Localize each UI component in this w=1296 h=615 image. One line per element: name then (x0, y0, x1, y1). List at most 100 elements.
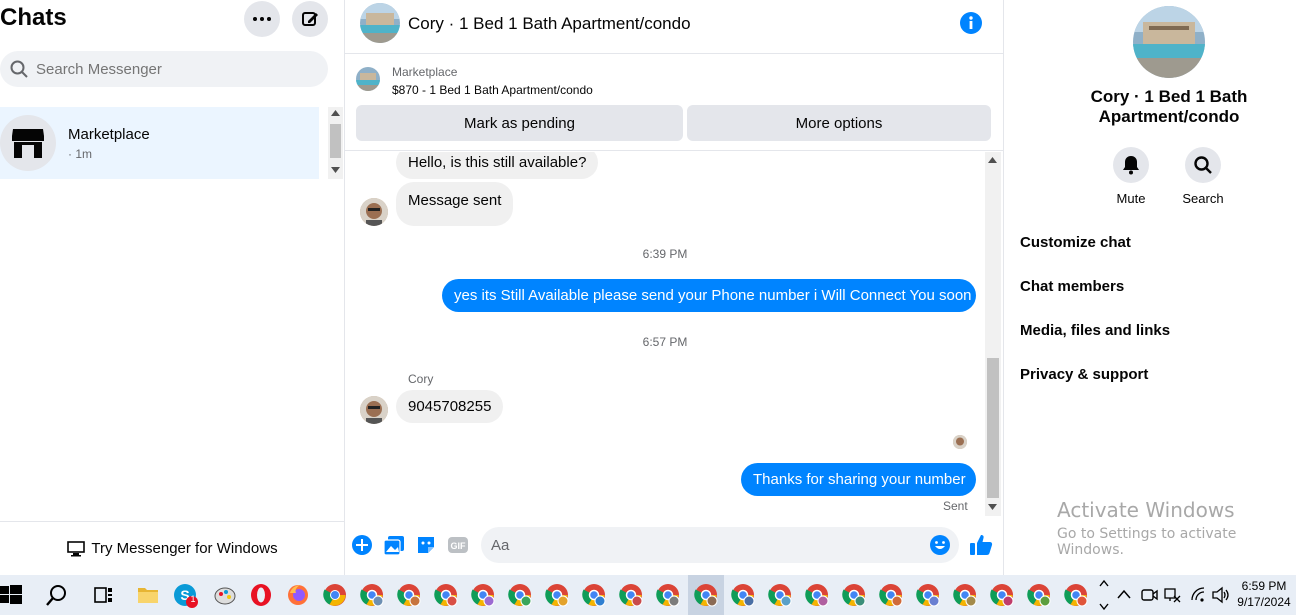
thumbs-up-icon[interactable] (969, 533, 993, 557)
clock-time: 6:59 PM (1241, 579, 1287, 593)
chrome-profile-icon[interactable] (953, 583, 977, 607)
marketplace-listing-bar: Marketplace $870 - 1 Bed 1 Bath Apartmen… (345, 55, 1003, 151)
chrome-profile-icon[interactable] (694, 583, 718, 607)
plus-circle-icon[interactable] (351, 534, 373, 556)
search-label: Search (1182, 191, 1224, 206)
photo-icon[interactable] (383, 534, 405, 556)
chrome-profile-icon[interactable] (731, 583, 755, 607)
search-chat-button[interactable]: Search (1173, 147, 1233, 206)
seen-avatar (953, 435, 967, 449)
wifi-icon[interactable] (1190, 586, 1208, 604)
mute-label: Mute (1116, 191, 1146, 206)
message-input[interactable]: Aa (481, 527, 959, 563)
marketplace-avatar (0, 115, 56, 171)
privacy-support-item[interactable]: Privacy & support (1020, 366, 1148, 383)
search-messenger[interactable] (0, 51, 328, 87)
search-input[interactable] (36, 60, 316, 78)
sticker-icon[interactable] (415, 534, 437, 556)
task-view-icon[interactable] (92, 583, 116, 607)
more-options-listing-button[interactable]: More options (687, 105, 991, 141)
chrome-profile-icon[interactable] (916, 583, 940, 607)
cory-avatar[interactable] (360, 198, 388, 226)
chrome-profile-icon[interactable] (508, 583, 532, 607)
mark-as-pending-button[interactable]: Mark as pending (356, 105, 683, 141)
chrome-icon[interactable] (323, 583, 347, 607)
chat-members-item[interactable]: Chat members (1020, 278, 1124, 295)
chrome-profile-icon[interactable] (656, 583, 680, 607)
skype-taskbar-button[interactable]: S 1 (173, 583, 199, 614)
timestamp: 6:39 PM (642, 247, 688, 261)
taskbar-scroll-icon[interactable] (1099, 578, 1109, 612)
chat-list-scrollbar[interactable] (328, 107, 343, 179)
info-title: Cory · 1 Bed 1 Bath Apartment/condo (1090, 87, 1248, 126)
chat-title[interactable]: Cory · 1 Bed 1 Bath Apartment/condo (408, 14, 691, 34)
message-incoming: 9045708255 (396, 390, 504, 423)
chrome-profile-icon[interactable] (434, 583, 458, 607)
composer-placeholder: Aa (491, 536, 510, 554)
conversation-time: · 1m (68, 147, 92, 161)
chrome-profile-icon[interactable] (1064, 583, 1088, 607)
listing-avatar-large (1133, 6, 1205, 78)
taskbar-clock[interactable]: 6:59 PM 9/17/2024 (1236, 578, 1292, 610)
chrome-profile-icon[interactable] (360, 583, 384, 607)
chrome-profile-icon[interactable] (582, 583, 606, 607)
listing-price-title[interactable]: $870 - 1 Bed 1 Bath Apartment/condo (392, 83, 593, 97)
emoji-icon[interactable] (929, 534, 951, 556)
cory-avatar[interactable] (360, 396, 388, 424)
listing-avatar[interactable] (360, 3, 400, 43)
conversation-item[interactable]: Marketplace · 1m (0, 107, 319, 179)
chrome-profile-icon[interactable] (842, 583, 866, 607)
chrome-profile-icon[interactable] (397, 583, 421, 607)
chat-header: Cory · 1 Bed 1 Bath Apartment/condo (345, 0, 1003, 54)
gif-icon[interactable]: GIF (447, 534, 469, 556)
chats-title: Chats (0, 4, 67, 31)
info-icon[interactable] (960, 12, 982, 34)
chrome-profile-icon[interactable] (471, 583, 495, 607)
sender-name: Cory (408, 372, 434, 386)
message-outgoing: Thanks for sharing your number (741, 463, 976, 496)
chrome-profile-icon[interactable] (805, 583, 829, 607)
ellipsis-icon (253, 17, 271, 21)
chat-list-panel: Chats Marketplace · 1m Try Messenger for… (0, 0, 345, 575)
chrome-profile-icon[interactable] (990, 583, 1014, 607)
new-message-button[interactable] (292, 1, 328, 37)
message-status: Sent (943, 499, 968, 513)
network-status-icon[interactable] (1163, 586, 1181, 604)
chrome-profile-icon[interactable] (619, 583, 643, 607)
chrome-profile-icon[interactable] (545, 583, 569, 607)
compose-icon (302, 12, 318, 26)
message-incoming: Message sent (396, 182, 514, 226)
chrome-profile-icon[interactable] (1027, 583, 1051, 607)
clock-date: 9/17/2024 (1237, 595, 1291, 609)
windows-start-icon[interactable] (0, 583, 24, 607)
activate-windows-watermark: Activate Windows Go to Settings to activ… (1057, 498, 1296, 558)
try-messenger-link[interactable]: Try Messenger for Windows (0, 521, 345, 575)
scroll-up-arrow-icon (331, 110, 340, 116)
scroll-down-arrow-icon (988, 504, 997, 510)
chevron-up-icon[interactable] (1117, 589, 1131, 599)
search-icon[interactable] (45, 583, 69, 607)
listing-thumbnail[interactable] (356, 67, 380, 91)
media-files-links-item[interactable]: Media, files and links (1020, 322, 1170, 339)
opera-icon[interactable] (249, 583, 273, 607)
file-explorer-icon[interactable] (136, 583, 160, 607)
message-scrollbar[interactable] (985, 152, 1001, 516)
message-outgoing: yes its Still Available please send your… (442, 279, 976, 312)
conversation-name: Marketplace (68, 126, 150, 143)
scroll-up-arrow-icon (988, 157, 997, 163)
mute-button[interactable]: Mute (1101, 147, 1161, 206)
activate-subtitle: Go to Settings to activate Windows. (1057, 526, 1237, 558)
chrome-profile-icon[interactable] (879, 583, 903, 607)
paint-icon[interactable] (213, 583, 237, 607)
scrollbar-thumb[interactable] (987, 358, 999, 498)
windows-taskbar: S 1 6:59 PM 9/17/2024 (0, 575, 1296, 615)
scrollbar-thumb[interactable] (330, 124, 341, 158)
firefox-icon[interactable] (286, 583, 310, 607)
customize-chat-item[interactable]: Customize chat (1020, 234, 1131, 251)
meet-now-icon[interactable] (1140, 586, 1158, 604)
more-options-button[interactable] (244, 1, 280, 37)
volume-icon[interactable] (1211, 586, 1231, 604)
timestamp: 6:57 PM (642, 335, 688, 349)
storefront-icon (12, 129, 44, 158)
chrome-profile-icon[interactable] (768, 583, 792, 607)
